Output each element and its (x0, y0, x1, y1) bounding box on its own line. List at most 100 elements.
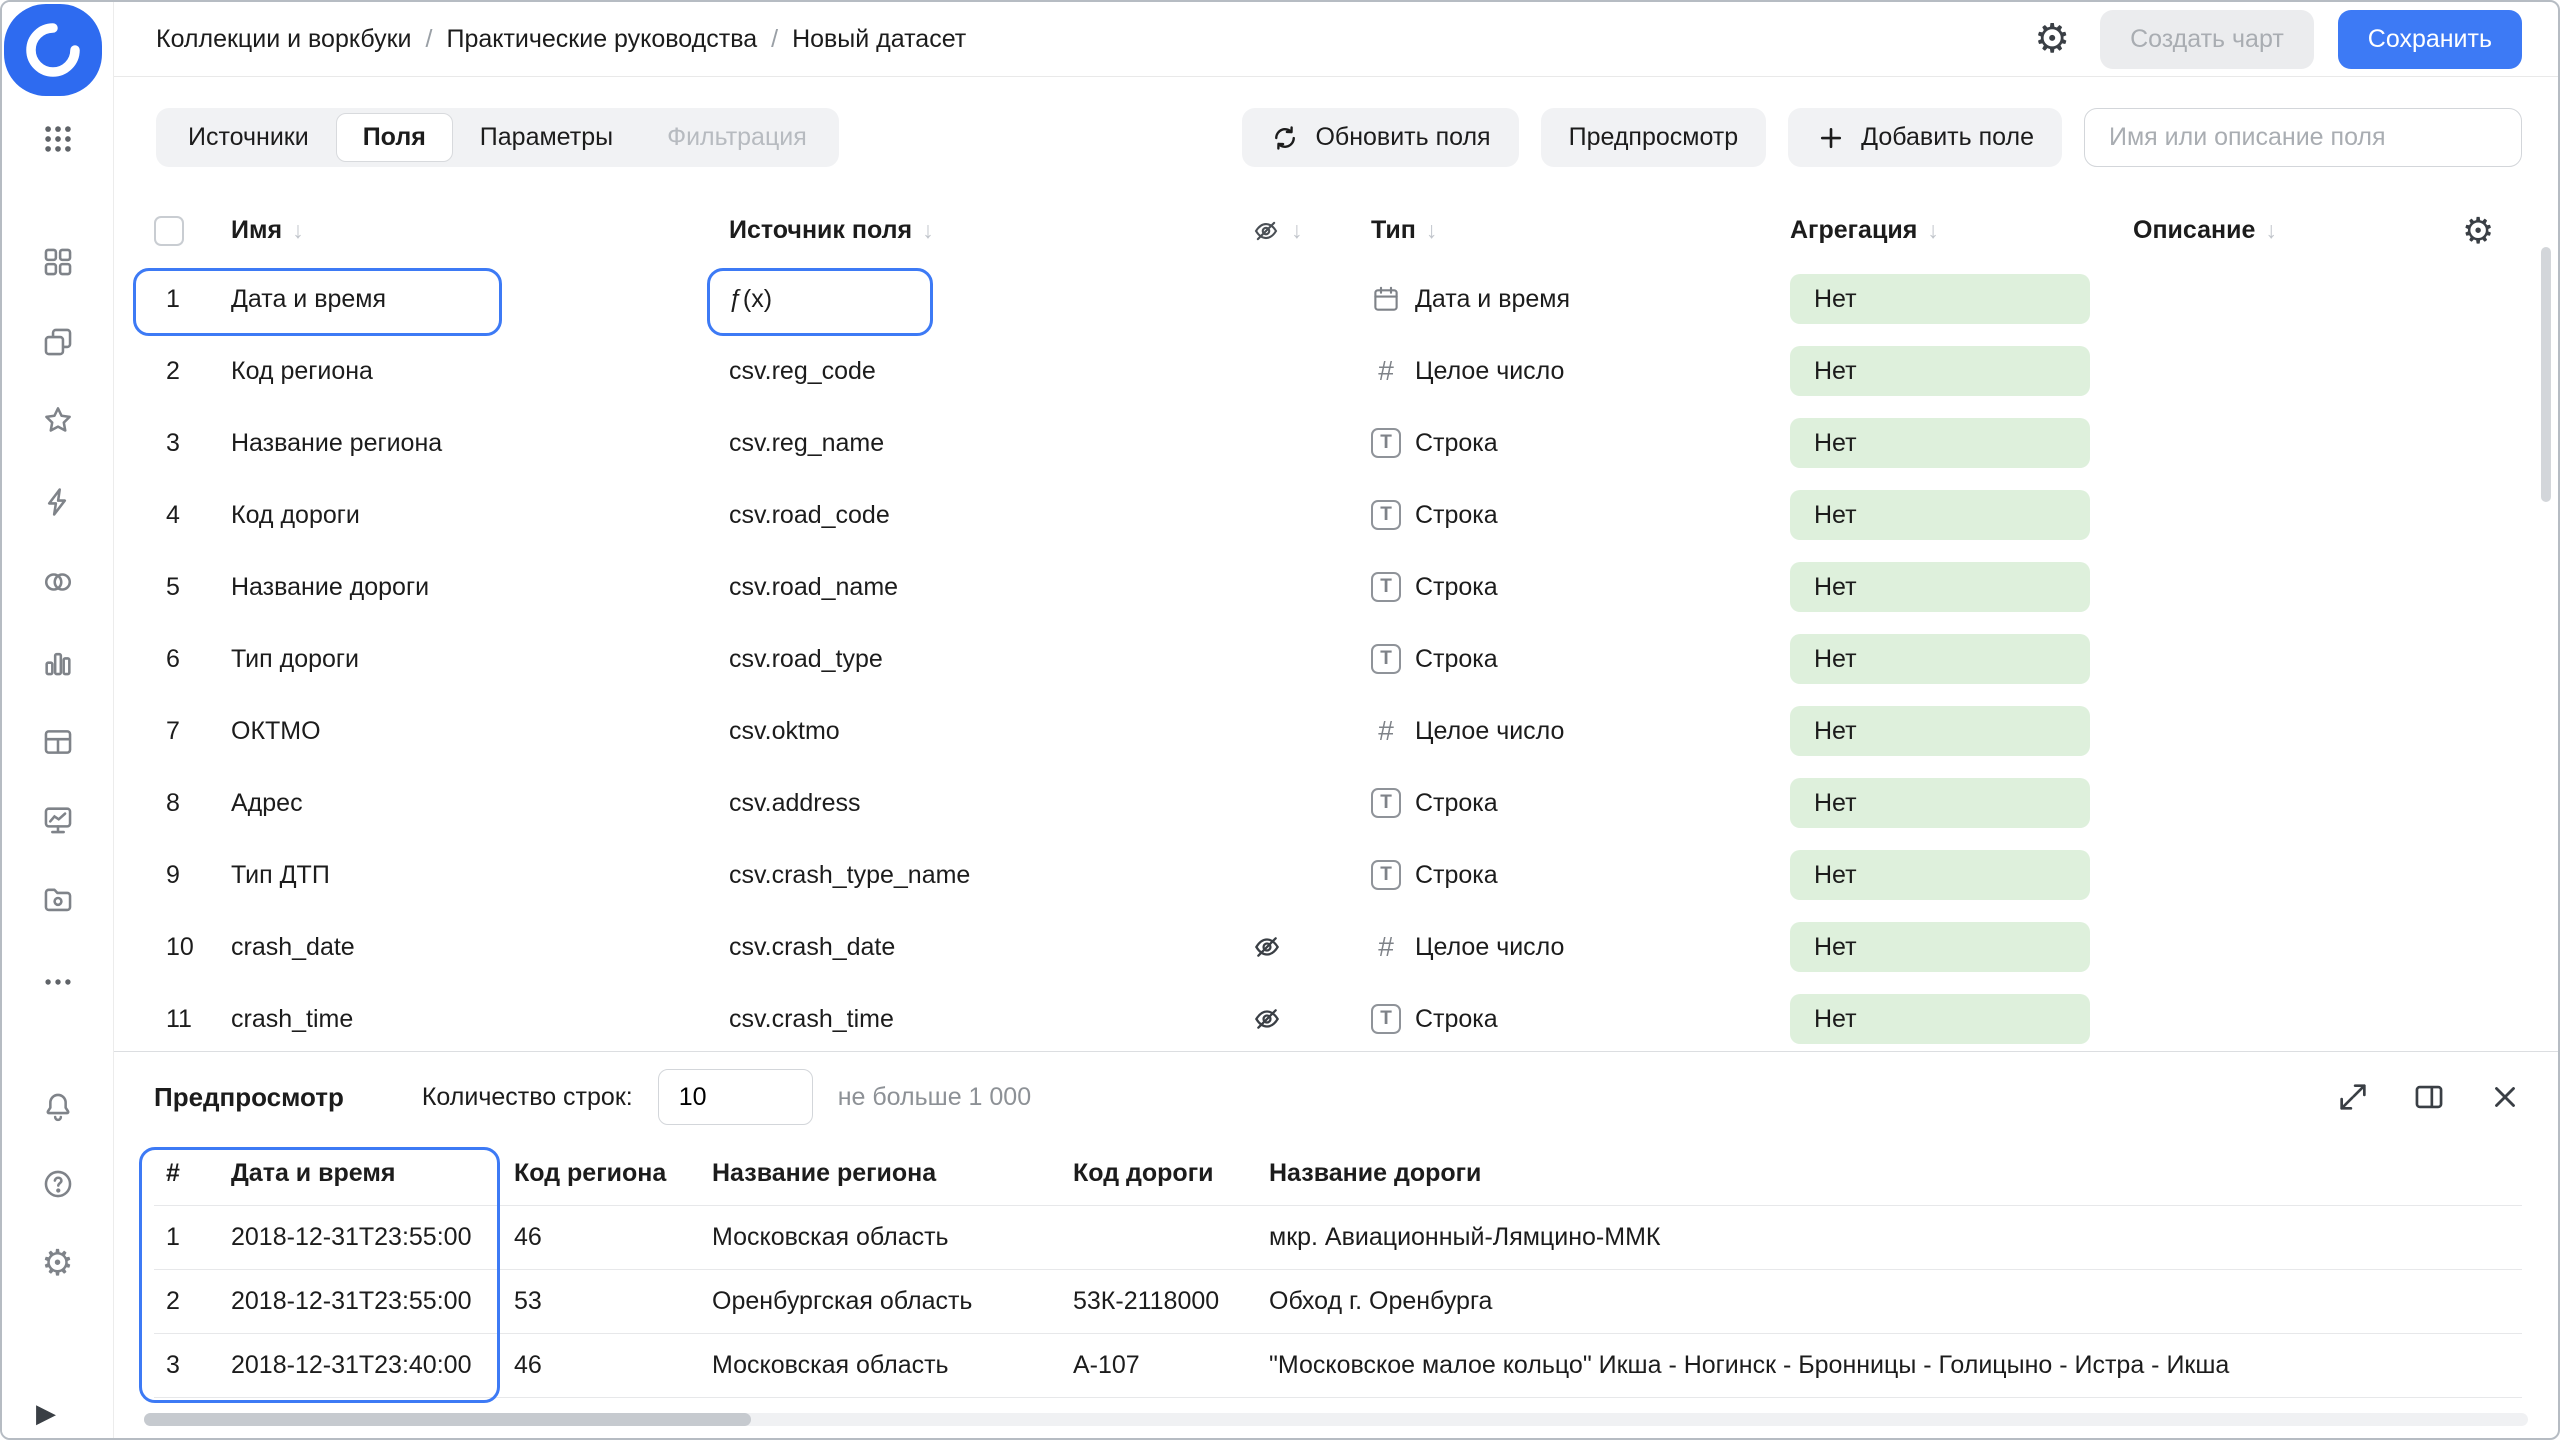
field-type[interactable]: # T Строка (1371, 428, 1790, 458)
aggregation-chip[interactable]: Нет (1790, 634, 2090, 684)
refresh-icon (1270, 123, 1300, 153)
breadcrumb-separator: / (426, 25, 433, 54)
breadcrumb-collections[interactable]: Коллекции и воркбуки (156, 25, 412, 54)
dashboards-icon[interactable] (41, 245, 75, 279)
field-search-input[interactable] (2084, 108, 2522, 167)
field-source: csv.crash_type_name (729, 861, 970, 890)
aggregation-chip[interactable]: Нет (1790, 490, 2090, 540)
close-preview-icon[interactable] (2488, 1080, 2522, 1114)
field-type[interactable]: # T Дата и время (1371, 284, 1790, 314)
column-header-name[interactable]: Имя ↓ (231, 216, 729, 245)
column-header-source[interactable]: Источник поля ↓ (729, 216, 1251, 245)
row-number: 8 (154, 789, 180, 818)
aggregation-chip[interactable]: Нет (1790, 706, 2090, 756)
field-type[interactable]: # T Строка (1371, 788, 1790, 818)
create-chart-button[interactable]: Создать чарт (2100, 10, 2314, 69)
field-type[interactable]: # T Целое число (1371, 932, 1790, 962)
help-icon[interactable] (41, 1167, 75, 1201)
table-settings-gear-icon[interactable]: ⚙ (2462, 213, 2494, 249)
monitoring-icon[interactable] (41, 803, 75, 837)
field-row[interactable]: 1 Дата и время ƒ(x) # T Дата и время Нет (154, 263, 2522, 335)
plus-icon (1816, 123, 1846, 153)
preview-cell: 1 (154, 1223, 231, 1252)
field-type[interactable]: # T Строка (1371, 1004, 1790, 1034)
column-header-aggregation[interactable]: Агрегация ↓ (1790, 216, 2133, 245)
preview-cell: 2018-12-31T23:55:00 (231, 1287, 514, 1316)
datasets-icon[interactable] (41, 565, 75, 599)
column-header-type[interactable]: Тип ↓ (1371, 216, 1790, 245)
field-row[interactable]: 3 Название региона csv.reg_name # T Стро… (154, 407, 2522, 479)
more-dots-icon[interactable] (41, 965, 75, 999)
datalens-logo-icon[interactable] (4, 4, 102, 101)
dataset-settings-gear-icon[interactable]: ⚙ (2034, 19, 2070, 59)
row-count-input[interactable] (658, 1069, 813, 1125)
field-row[interactable]: 4 Код дороги csv.road_code # T Строка Не… (154, 479, 2522, 551)
expand-panel-icon[interactable]: ▶ (36, 1400, 56, 1426)
tab-fields[interactable]: Поля (336, 113, 453, 162)
column-header-description[interactable]: Описание ↓ (2133, 216, 2462, 245)
column-header-hidden[interactable]: ↓ (1251, 216, 1371, 246)
field-row[interactable]: 11 crash_time csv.crash_time # T Строка … (154, 983, 2522, 1051)
field-row[interactable]: 7 ОКТМО csv.oktmo # T Целое число Нет (154, 695, 2522, 767)
field-row[interactable]: 6 Тип дороги csv.road_type # T Строка Не… (154, 623, 2522, 695)
charts-icon[interactable] (41, 645, 75, 679)
aggregation-chip[interactable]: Нет (1790, 346, 2090, 396)
apps-grid-icon[interactable] (41, 122, 75, 156)
preview-title: Предпросмотр (154, 1082, 344, 1113)
horizontal-scrollbar[interactable] (144, 1413, 751, 1426)
field-type-label: Строка (1415, 501, 1498, 530)
row-number: 3 (154, 429, 180, 458)
field-type[interactable]: # T Строка (1371, 500, 1790, 530)
field-row[interactable]: 2 Код региона csv.reg_code # T Целое чис… (154, 335, 2522, 407)
preview-column-header: Название региона (712, 1159, 1073, 1188)
field-type[interactable]: # T Строка (1371, 572, 1790, 602)
select-all-checkbox[interactable] (154, 216, 184, 246)
workbooks-icon[interactable] (41, 325, 75, 359)
aggregation-chip[interactable]: Нет (1790, 922, 2090, 972)
breadcrumb-guides[interactable]: Практические руководства (446, 25, 757, 54)
settings-gear-icon[interactable]: ⚙ (41, 1245, 73, 1281)
sort-arrow-icon: ↓ (922, 217, 934, 244)
tab-parameters[interactable]: Параметры (453, 113, 640, 162)
aggregation-chip[interactable]: Нет (1790, 778, 2090, 828)
tab-sources[interactable]: Источники (161, 113, 336, 162)
field-name: Тип ДТП (231, 861, 330, 890)
favorites-star-icon[interactable] (41, 403, 75, 437)
row-number: 1 (154, 285, 180, 314)
preview-cell: мкр. Авиационный-Лямцино-ММК (1269, 1223, 2522, 1252)
add-field-button[interactable]: Добавить поле (1788, 108, 2062, 167)
field-row[interactable]: 10 crash_date csv.crash_date # T Целое ч… (154, 911, 2522, 983)
storage-folder-icon[interactable] (41, 883, 75, 917)
notifications-bell-icon[interactable] (41, 1089, 75, 1123)
refresh-fields-label: Обновить поля (1315, 123, 1490, 152)
connections-lightning-icon[interactable] (41, 485, 75, 519)
string-icon: T (1371, 644, 1401, 674)
field-hidden-eye-slash-icon[interactable] (1251, 931, 1283, 963)
integer-icon: # (1371, 932, 1401, 962)
aggregation-chip[interactable]: Нет (1790, 274, 2090, 324)
preview-cell: А-107 (1073, 1351, 1269, 1380)
expand-preview-icon[interactable] (2336, 1080, 2370, 1114)
field-type[interactable]: # T Строка (1371, 860, 1790, 890)
preview-toggle-button[interactable]: Предпросмотр (1541, 108, 1767, 167)
preview-row: 22018-12-31T23:55:0053Оренбургская облас… (154, 1270, 2522, 1334)
save-button[interactable]: Сохранить (2338, 10, 2522, 69)
tables-icon[interactable] (41, 725, 75, 759)
aggregation-chip[interactable]: Нет (1790, 418, 2090, 468)
vertical-scrollbar[interactable] (2541, 247, 2551, 502)
field-type[interactable]: # T Строка (1371, 644, 1790, 674)
preview-column-header: Код дороги (1073, 1159, 1269, 1188)
field-row[interactable]: 8 Адрес csv.address # T Строка Нет (154, 767, 2522, 839)
field-type[interactable]: # T Целое число (1371, 716, 1790, 746)
field-row[interactable]: 5 Название дороги csv.road_name # T Стро… (154, 551, 2522, 623)
aggregation-chip[interactable]: Нет (1790, 994, 2090, 1044)
aggregation-chip[interactable]: Нет (1790, 562, 2090, 612)
field-row[interactable]: 9 Тип ДТП csv.crash_type_name # T Строка… (154, 839, 2522, 911)
aggregation-chip[interactable]: Нет (1790, 850, 2090, 900)
field-type[interactable]: # T Целое число (1371, 356, 1790, 386)
field-hidden-eye-slash-icon[interactable] (1251, 1003, 1283, 1035)
split-view-icon[interactable] (2412, 1080, 2446, 1114)
field-name: Код дороги (231, 501, 360, 530)
row-number: 2 (154, 357, 180, 386)
refresh-fields-button[interactable]: Обновить поля (1242, 108, 1518, 167)
